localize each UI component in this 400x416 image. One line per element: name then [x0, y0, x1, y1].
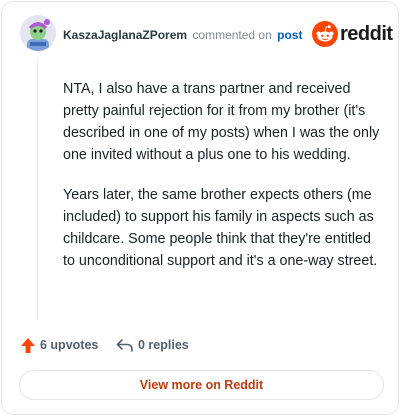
comment-paragraph: NTA, I also have a trans partner and rec…	[63, 81, 380, 163]
reply-button[interactable]: 0 replies	[116, 335, 189, 355]
thread-line	[37, 58, 38, 320]
reddit-wordmark: reddit	[340, 23, 393, 45]
comment-body: NTA, I also have a trans partner and rec…	[63, 78, 385, 290]
upvote-button[interactable]: 6 upvotes	[20, 335, 98, 355]
user-avatar[interactable]	[20, 15, 56, 51]
comment-actions: 6 upvotes 0 replies	[20, 335, 380, 355]
comment-paragraph: Years later, the same brother expects ot…	[63, 187, 378, 269]
comment-header: KaszaJaglanaZPorem commented on post red…	[20, 15, 393, 55]
upvote-arrow-icon	[21, 337, 35, 353]
post-link[interactable]: post	[277, 28, 302, 42]
reddit-logo-icon	[312, 21, 338, 47]
reddit-brand[interactable]: reddit	[312, 21, 393, 47]
reply-count: 0 replies	[138, 338, 189, 352]
comment-embed-card: KaszaJaglanaZPorem commented on post red…	[1, 1, 399, 415]
view-more-button[interactable]: View more on Reddit	[19, 370, 384, 400]
reply-arrow-icon	[116, 339, 133, 352]
comment-meta: KaszaJaglanaZPorem commented on post	[63, 27, 302, 43]
upvote-count: 6 upvotes	[40, 338, 99, 352]
username[interactable]: KaszaJaglanaZPorem	[63, 28, 187, 42]
action-text: commented on	[192, 28, 272, 42]
